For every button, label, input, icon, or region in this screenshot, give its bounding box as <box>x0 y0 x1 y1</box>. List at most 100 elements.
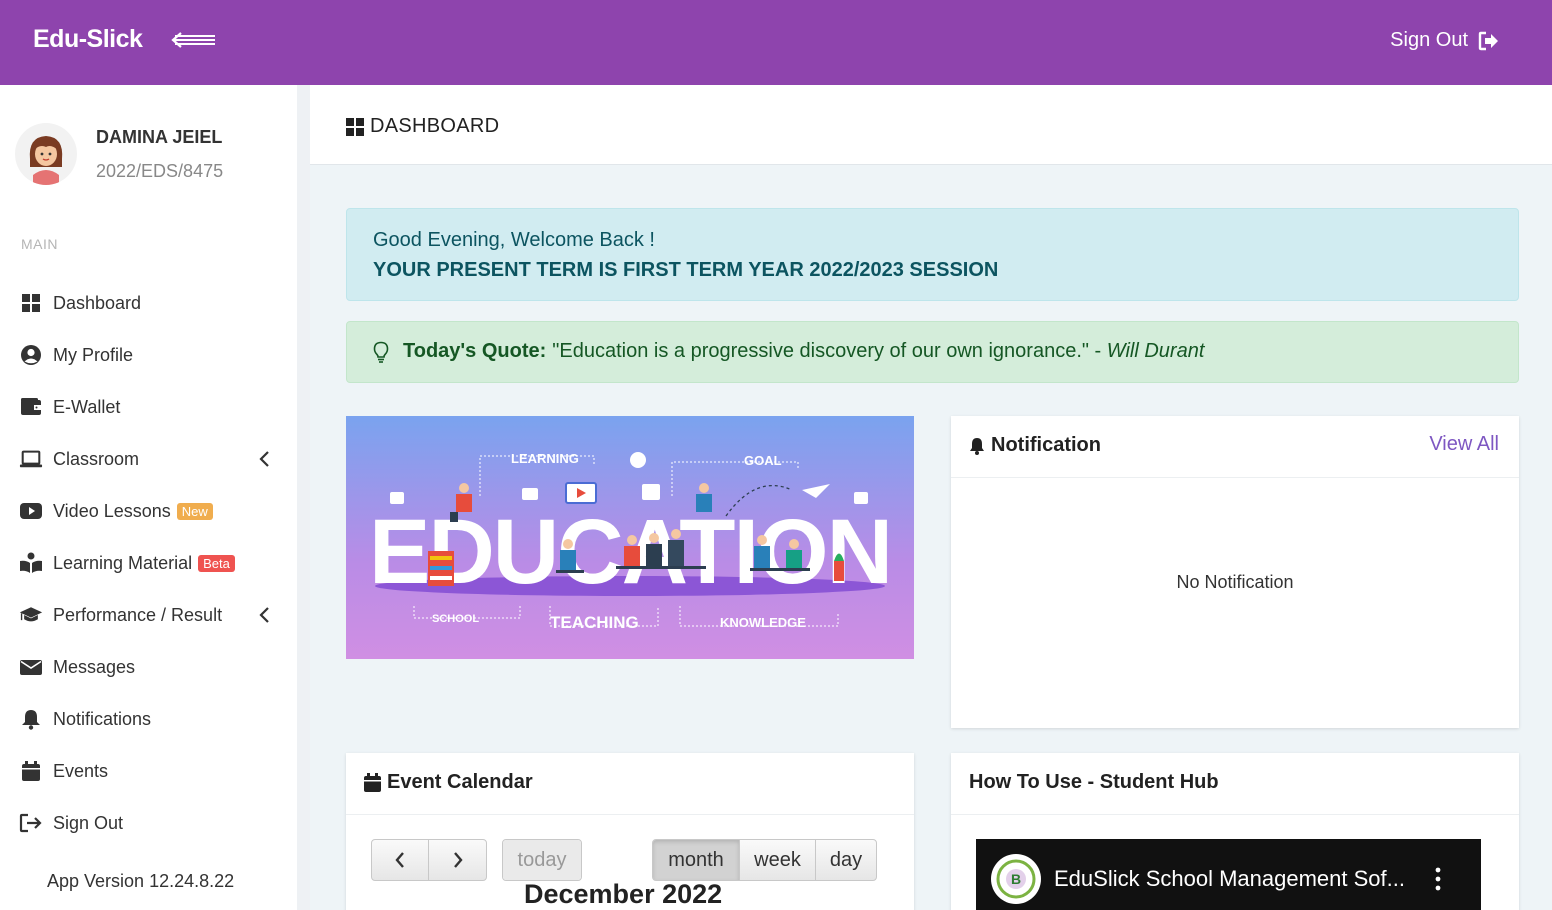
dashboard-icon <box>19 291 43 315</box>
quote-text: "Education is a progressive discovery of… <box>552 340 1107 362</box>
sidebar-item-label: Dashboard <box>53 292 142 313</box>
how-to-use-card: How To Use - Student Hub B EduSlick Scho… <box>951 753 1519 910</box>
sidebar-item-video-lessons[interactable]: Video Lessons New <box>19 497 213 525</box>
brand-logo[interactable]: Edu-Slick <box>33 25 143 54</box>
user-id: 2022/EDS/8475 <box>96 161 224 181</box>
sidebar-item-classroom[interactable]: Classroom <box>19 445 139 473</box>
sidebar-section-label: MAIN <box>21 236 58 252</box>
calendar-icon <box>364 773 381 792</box>
graduation-cap-icon <box>19 603 43 627</box>
user-name: DAMINA JEIEL <box>96 127 223 147</box>
calendar-icon <box>19 759 43 783</box>
sidebar-item-label: Performance / Result <box>53 604 223 625</box>
sidebar-item-label: E-Wallet <box>53 396 121 417</box>
calendar-prev-button[interactable] <box>372 840 429 880</box>
notification-card: Notification View All No Notification <box>951 416 1519 728</box>
sidebar-divider <box>297 85 310 910</box>
sidebar-item-learning-material[interactable]: Learning Material Beta <box>19 549 235 577</box>
calendar-month-button[interactable]: month <box>653 840 740 880</box>
sidebar-item-label: Notifications <box>53 708 152 729</box>
sidebar-item-label: Learning Material <box>53 552 193 573</box>
quote-alert: Today's Quote: "Education is a progressi… <box>346 321 1519 383</box>
notification-card-header: Notification View All <box>951 416 1519 478</box>
sign-out-icon <box>1478 31 1498 50</box>
chevron-left-icon <box>395 852 404 868</box>
chevron-left-icon[interactable] <box>258 449 272 469</box>
calendar-month-title: December 2022 <box>524 879 723 909</box>
how-to-use-title: How To Use - Student Hub <box>969 771 1219 793</box>
quote-author: Will Durant <box>1106 340 1205 362</box>
sidebar-toggle-arrow-icon[interactable] <box>171 29 217 51</box>
how-to-use-header: How To Use - Student Hub <box>951 753 1519 815</box>
calendar-view-group: month week day <box>652 839 877 881</box>
envelope-icon <box>19 655 43 679</box>
education-illustration: EDUCATION LEARNING GOAL SCHOOL TEACHING … <box>346 416 914 659</box>
education-banner: EDUCATION LEARNING GOAL SCHOOL TEACHING … <box>346 416 914 659</box>
banner-label: LEARNING <box>511 451 579 466</box>
calendar-next-button[interactable] <box>429 840 486 880</box>
sidebar-item-notifications[interactable]: Notifications <box>19 705 151 733</box>
term-text: YOUR PRESENT TERM IS FIRST TERM YEAR 202… <box>373 259 999 281</box>
sidebar-item-messages[interactable]: Messages <box>19 653 135 681</box>
bell-icon <box>19 707 43 731</box>
event-calendar-title-text: Event Calendar <box>387 771 533 793</box>
calendar-nav-group <box>371 839 487 881</box>
banner-label: TEACHING <box>550 613 639 632</box>
top-navbar: Edu-Slick Sign Out <box>0 0 1552 85</box>
event-calendar-card: Event Calendar today month week day Dece… <box>346 753 914 910</box>
sidebar-item-label: Sign Out <box>53 812 124 833</box>
page-header: DASHBOARD <box>310 85 1552 165</box>
new-badge: New <box>176 502 213 520</box>
reader-icon <box>19 551 43 575</box>
more-vertical-icon[interactable] <box>1435 867 1441 891</box>
wallet-icon <box>19 395 43 419</box>
bell-icon <box>970 437 984 455</box>
event-calendar-title: Event Calendar <box>364 771 533 794</box>
svg-text:B: B <box>1011 871 1021 887</box>
sidebar-item-label: Video Lessons <box>53 500 171 521</box>
quote-label: Today's Quote: <box>403 340 547 362</box>
avatar[interactable] <box>15 123 77 185</box>
avatar-girl-icon <box>29 136 63 185</box>
chevron-left-icon[interactable] <box>258 605 272 625</box>
calendar-today-button[interactable]: today <box>503 840 581 880</box>
page-title-text: DASHBOARD <box>370 115 500 137</box>
banner-label: SCHOOL <box>432 613 479 625</box>
sidebar-item-e-wallet[interactable]: E-Wallet <box>19 393 120 421</box>
empty-notification-text: No Notification <box>1176 572 1294 592</box>
sidebar-item-my-profile[interactable]: My Profile <box>19 341 133 369</box>
sidebar-item-sign-out[interactable]: Sign Out <box>19 809 123 837</box>
youtube-video-embed[interactable]: B EduSlick School Management Sof... <box>976 839 1481 910</box>
event-calendar-header: Event Calendar <box>346 753 914 815</box>
banner-label: KNOWLEDGE <box>720 615 806 630</box>
banner-label: GOAL <box>744 453 782 468</box>
top-sign-out-button[interactable]: Sign Out <box>1390 29 1500 52</box>
sidebar-item-events[interactable]: Events <box>19 757 108 785</box>
view-all-link[interactable]: View All <box>1429 433 1499 456</box>
quote-line: Today's Quote: "Education is a progressi… <box>373 340 1204 363</box>
sidebar: DAMINA JEIEL 2022/EDS/8475 MAIN Dashboar… <box>0 85 297 910</box>
chevron-right-icon <box>453 852 463 868</box>
page-title: DASHBOARD <box>346 115 499 138</box>
beta-badge: Beta <box>198 554 235 572</box>
notification-title: Notification <box>969 434 1101 457</box>
notification-title-text: Notification <box>991 434 1101 456</box>
calendar-week-button[interactable]: week <box>740 840 816 880</box>
sidebar-item-label: Messages <box>53 656 136 677</box>
sidebar-item-performance-result[interactable]: Performance / Result <box>19 601 222 629</box>
sidebar-item-dashboard[interactable]: Dashboard <box>19 289 141 317</box>
laptop-icon <box>19 447 43 471</box>
youtube-icon <box>19 499 43 523</box>
welcome-alert: Good Evening, Welcome Back ! YOUR PRESEN… <box>346 208 1519 301</box>
dashboard-icon <box>346 117 364 136</box>
sidebar-item-label: Events <box>53 760 109 781</box>
channel-logo-icon[interactable]: B <box>991 854 1041 904</box>
sign-out-icon <box>19 811 43 835</box>
calendar-day-button[interactable]: day <box>816 840 876 880</box>
user-circle-icon <box>19 343 43 367</box>
video-title[interactable]: EduSlick School Management Sof... <box>1054 866 1405 892</box>
app-version: App Version 12.24.8.22 <box>47 871 235 891</box>
sidebar-item-label: Classroom <box>53 448 140 469</box>
sidebar-item-label: My Profile <box>53 344 134 365</box>
greeting-text: Good Evening, Welcome Back ! <box>373 229 655 251</box>
